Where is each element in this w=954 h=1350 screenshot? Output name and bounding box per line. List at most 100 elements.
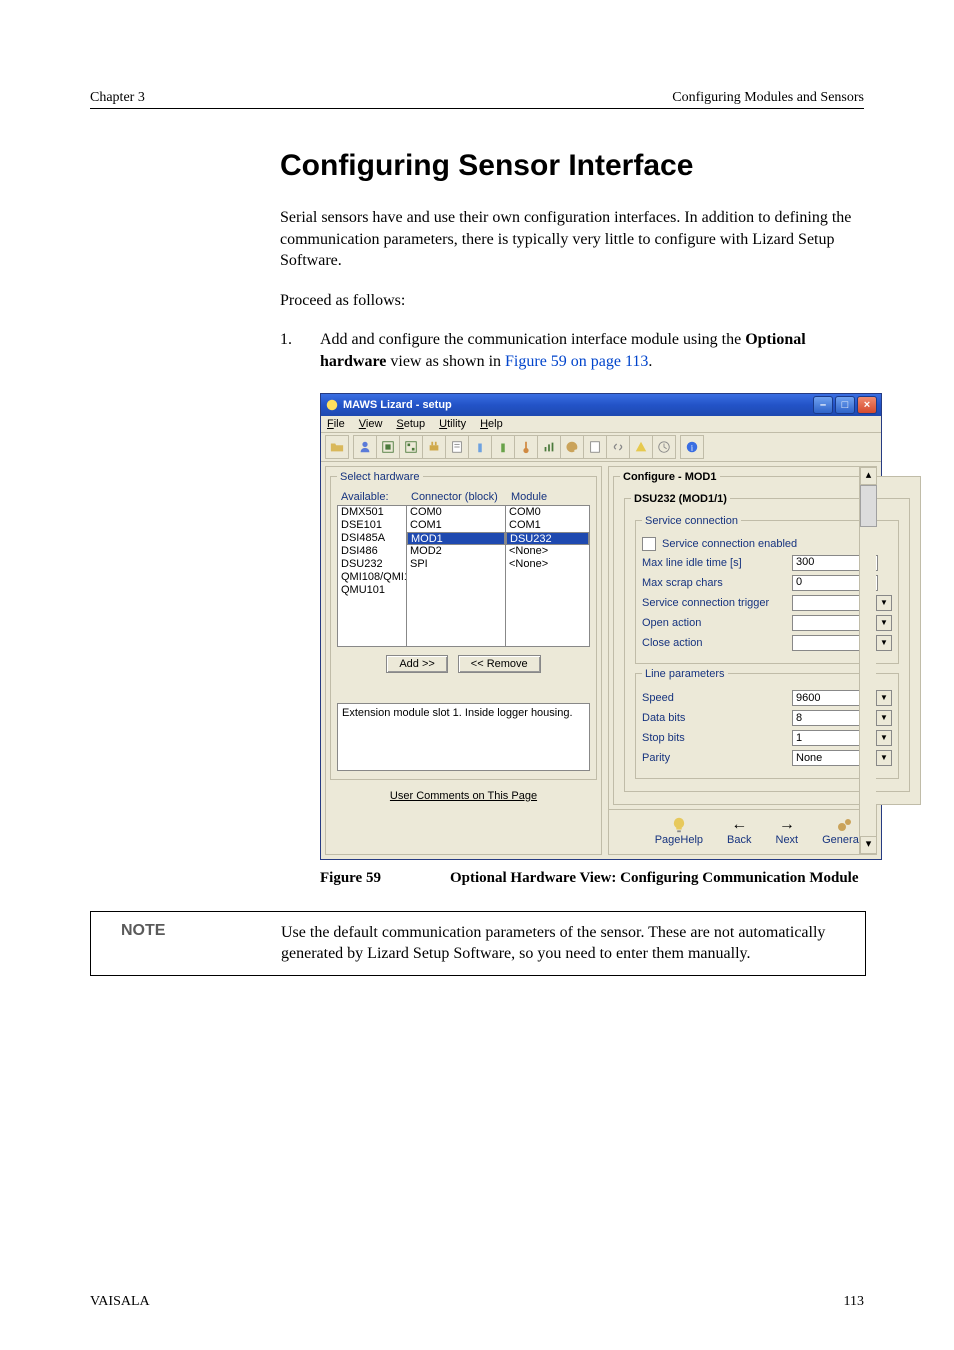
col-available: Available: — [341, 491, 411, 503]
header-left: Chapter 3 — [90, 90, 145, 106]
header-rule — [90, 108, 864, 109]
tb-info-icon[interactable]: i — [680, 435, 704, 459]
figure-text: Optional Hardware View: Configuring Comm… — [450, 870, 859, 887]
chevron-down-icon[interactable]: ▼ — [876, 616, 891, 630]
col-connector: Connector (block) — [411, 491, 511, 503]
scroll-up-icon[interactable]: ▴ — [860, 467, 877, 485]
module-item[interactable]: COM1 — [506, 519, 589, 532]
available-item[interactable]: DSI486 — [338, 545, 406, 558]
pagehelp-button[interactable]: PageHelp — [655, 816, 703, 846]
available-item[interactable]: DMX501 — [338, 506, 406, 519]
tb-board2-icon[interactable] — [399, 435, 423, 459]
arrow-right-icon: → — [776, 816, 799, 834]
connector-item-selected[interactable]: MOD1 — [407, 532, 505, 545]
module-item[interactable]: <None> — [506, 558, 589, 571]
tb-sensor2-icon[interactable] — [491, 435, 515, 459]
module-legend: DSU232 (MOD1/1) — [631, 493, 730, 505]
close-button[interactable]: × — [857, 396, 877, 414]
maximize-button[interactable]: □ — [835, 396, 855, 414]
connector-item[interactable]: MOD2 — [407, 545, 505, 558]
chevron-down-icon[interactable]: ▼ — [876, 731, 891, 745]
tb-clock-icon[interactable] — [652, 435, 676, 459]
tb-connector-icon[interactable] — [422, 435, 446, 459]
content-area: Configuring Sensor Interface Serial sens… — [280, 149, 864, 1254]
figure-label: Figure 59 — [320, 870, 450, 887]
maws-lizard-window: MAWS Lizard - setup – □ × File View Setu… — [320, 393, 882, 860]
next-button[interactable]: → Next — [776, 816, 799, 846]
remove-button[interactable]: << Remove — [458, 655, 541, 673]
tb-sensor-icon[interactable] — [468, 435, 492, 459]
back-button[interactable]: ← Back — [727, 816, 751, 846]
scroll-down-icon[interactable]: ▾ — [860, 836, 877, 854]
tb-thermo-icon[interactable] — [514, 435, 538, 459]
connector-item[interactable]: COM0 — [407, 506, 505, 519]
menu-file[interactable]: File — [327, 418, 345, 430]
close-label: Close action — [642, 637, 792, 649]
configure-panel: ▴ ▾ Configure - MOD1 DSU232 (MOD1/1) S — [608, 466, 877, 855]
header-right: Configuring Modules and Sensors — [672, 90, 864, 106]
scroll-thumb[interactable] — [860, 485, 877, 527]
tb-doc-icon[interactable] — [445, 435, 469, 459]
available-list[interactable]: DMX501 DSE101 DSI485A DSI486 DSU232 QMI1… — [337, 505, 406, 647]
add-button[interactable]: Add >> — [386, 655, 447, 673]
tb-report-icon[interactable] — [583, 435, 607, 459]
service-enabled-checkbox[interactable] — [642, 537, 656, 551]
menu-help[interactable]: Help — [480, 418, 503, 430]
parity-select[interactable]: None▼ — [792, 750, 892, 766]
service-legend: Service connection — [642, 515, 741, 527]
databits-select[interactable]: 8▼ — [792, 710, 892, 726]
open-select[interactable]: ▼ — [792, 615, 892, 631]
tb-palette-icon[interactable] — [560, 435, 584, 459]
workarea: Select hardware Available: Connector (bl… — [321, 462, 881, 859]
available-item[interactable]: DSE101 — [338, 519, 406, 532]
tb-warn-icon[interactable] — [629, 435, 653, 459]
menu-setup[interactable]: Setup — [396, 418, 425, 430]
module-item-selected[interactable]: DSU232 — [506, 532, 589, 545]
toolbar: i — [321, 433, 881, 462]
user-comments-link[interactable]: User Comments on This Page — [326, 784, 601, 808]
chevron-down-icon[interactable]: ▼ — [876, 711, 891, 725]
bulb-icon — [655, 816, 703, 834]
module-list[interactable]: COM0 COM1 DSU232 <None> <None> — [505, 505, 590, 647]
tb-board1-icon[interactable] — [376, 435, 400, 459]
available-item[interactable]: QMU101 — [338, 584, 406, 597]
connector-list[interactable]: COM0 COM1 MOD1 MOD2 SPI — [406, 505, 505, 647]
chevron-down-icon[interactable]: ▼ — [876, 751, 891, 765]
available-item[interactable]: DSU232 — [338, 558, 406, 571]
step-text-a: Add and configure the communication inte… — [320, 331, 745, 348]
figure-59: MAWS Lizard - setup – □ × File View Setu… — [320, 393, 864, 860]
module-item[interactable]: COM0 — [506, 506, 589, 519]
right-scrollbar[interactable]: ▴ ▾ — [859, 467, 876, 854]
menu-view[interactable]: View — [359, 418, 383, 430]
step-text-b: view as shown in — [386, 353, 505, 370]
tb-chart-icon[interactable] — [537, 435, 561, 459]
available-item[interactable]: DSI485A — [338, 532, 406, 545]
menubar: File View Setup Utility Help — [321, 416, 881, 433]
chevron-down-icon[interactable]: ▼ — [876, 596, 891, 610]
close-select[interactable]: ▼ — [792, 635, 892, 651]
stopbits-select[interactable]: 1▼ — [792, 730, 892, 746]
page-title: Configuring Sensor Interface — [280, 149, 864, 183]
open-label: Open action — [642, 617, 792, 629]
tb-link-icon[interactable] — [606, 435, 630, 459]
paragraph-intro: Serial sensors have and use their own co… — [280, 207, 864, 272]
figure-link[interactable]: Figure 59 on page 113 — [505, 353, 648, 370]
titlebar[interactable]: MAWS Lizard - setup – □ × — [321, 394, 881, 416]
tb-open-icon[interactable] — [325, 435, 349, 459]
chevron-down-icon[interactable]: ▼ — [876, 691, 891, 705]
wizard-navbar: PageHelp ← Back → Next — [609, 809, 876, 854]
available-item[interactable]: QMI108/QMI118 — [338, 571, 406, 584]
connector-item[interactable]: SPI — [407, 558, 505, 571]
speed-select[interactable]: 9600▼ — [792, 690, 892, 706]
footer-right: 113 — [844, 1294, 864, 1310]
connector-item[interactable]: COM1 — [407, 519, 505, 532]
menu-utility[interactable]: Utility — [439, 418, 466, 430]
step-1: 1. Add and configure the communication i… — [280, 329, 864, 372]
chevron-down-icon[interactable]: ▼ — [876, 636, 891, 650]
trigger-select[interactable]: ▼ — [792, 595, 892, 611]
minimize-button[interactable]: – — [813, 396, 833, 414]
tb-user-icon[interactable] — [353, 435, 377, 459]
figure-caption: Figure 59 Optional Hardware View: Config… — [320, 870, 864, 887]
line-legend: Line parameters — [642, 668, 728, 680]
module-item[interactable]: <None> — [506, 545, 589, 558]
